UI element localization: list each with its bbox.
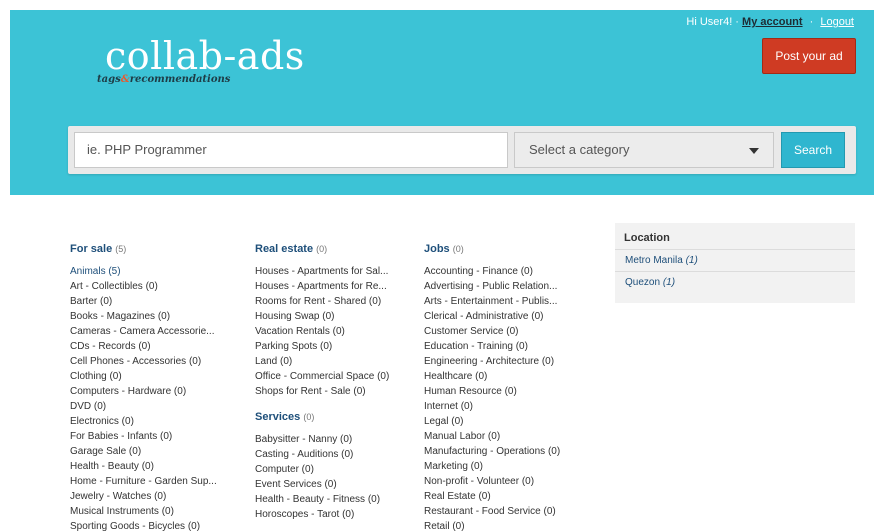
category-list: Animals (5) Art - Collectibles (0) Barter … [70, 264, 240, 531]
category-title-real-estate[interactable]: Real estate (0) [255, 243, 407, 255]
category-link[interactable]: Clothing (0) [70, 369, 240, 384]
category-link[interactable]: Cameras - Camera Accessorie... [70, 324, 240, 339]
category-link[interactable]: Event Services (0) [255, 477, 407, 492]
category-link[interactable]: Clerical - Administrative (0) [424, 309, 576, 324]
category-title-for-sale[interactable]: For sale (5) [70, 243, 240, 255]
user-links: Hi User4! · My account · Logout [686, 16, 854, 28]
category-link[interactable]: Advertising - Public Relation... [424, 279, 576, 294]
location-item-quezon[interactable]: Quezon (1) [615, 272, 855, 293]
logo-tagline: tags&recommendations [97, 74, 231, 85]
category-link[interactable]: Non-profit - Volunteer (0) [424, 474, 576, 489]
category-link[interactable]: Real Estate (0) [424, 489, 576, 504]
category-link[interactable]: Horoscopes - Tarot (0) [255, 507, 407, 522]
separator: · [809, 16, 814, 28]
category-link[interactable]: Rooms for Rent - Shared (0) [255, 294, 407, 309]
location-panel: Location Metro Manila (1) Quezon (1) [615, 223, 855, 303]
category-link[interactable]: Health - Beauty (0) [70, 459, 240, 474]
category-link[interactable]: Accounting - Finance (0) [424, 264, 576, 279]
category-link[interactable]: Office - Commercial Space (0) [255, 369, 407, 384]
location-item-metro-manila[interactable]: Metro Manila (1) [615, 250, 855, 272]
category-link[interactable]: Electronics (0) [70, 414, 240, 429]
category-link[interactable]: Parking Spots (0) [255, 339, 407, 354]
location-title: Location [615, 223, 855, 250]
category-title-services[interactable]: Services (0) [255, 411, 407, 423]
category-link[interactable]: Houses - Apartments for Re... [255, 279, 407, 294]
category-link[interactable]: Casting - Auditions (0) [255, 447, 407, 462]
category-link[interactable]: For Babies - Infants (0) [70, 429, 240, 444]
category-list: Accounting - Finance (0) Advertising - Pu… [424, 264, 576, 531]
category-link[interactable]: Computers - Hardware (0) [70, 384, 240, 399]
category-link[interactable]: Jewelry - Watches (0) [70, 489, 240, 504]
category-link[interactable]: Sporting Goods - Bicycles (0) [70, 519, 240, 531]
category-link[interactable]: Customer Service (0) [424, 324, 576, 339]
category-link[interactable]: Manufacturing - Operations (0) [424, 444, 576, 459]
category-link[interactable]: Shops for Rent - Sale (0) [255, 384, 407, 399]
category-column-for-sale: For sale (5) Animals (5) Art - Collectibl… [70, 243, 240, 531]
logout-link[interactable]: Logout [820, 16, 854, 28]
greeting: Hi User4! · [686, 16, 739, 28]
category-link[interactable]: Healthcare (0) [424, 369, 576, 384]
category-link[interactable]: DVD (0) [70, 399, 240, 414]
category-link[interactable]: Land (0) [255, 354, 407, 369]
category-link[interactable]: Manual Labor (0) [424, 429, 576, 444]
category-link[interactable]: Human Resource (0) [424, 384, 576, 399]
category-link[interactable]: Restaurant - Food Service (0) [424, 504, 576, 519]
category-link[interactable]: Babysitter - Nanny (0) [255, 432, 407, 447]
category-select[interactable]: Select a category [514, 132, 774, 168]
my-account-link[interactable]: My account [742, 16, 803, 28]
category-link[interactable]: Education - Training (0) [424, 339, 576, 354]
category-link[interactable]: Housing Swap (0) [255, 309, 407, 324]
category-link[interactable]: Internet (0) [424, 399, 576, 414]
category-column-jobs: Jobs (0) Accounting - Finance (0) Adverti… [424, 243, 576, 531]
category-list: Babysitter - Nanny (0) Casting - Audition… [255, 432, 407, 522]
category-link[interactable]: Legal (0) [424, 414, 576, 429]
category-select-value: Select a category [529, 142, 630, 157]
search-bar: ie. PHP Programmer Select a category Sea… [68, 126, 856, 174]
caret-down-icon [749, 148, 759, 154]
category-link[interactable]: Garage Sale (0) [70, 444, 240, 459]
category-link[interactable]: Computer (0) [255, 462, 407, 477]
category-title-jobs[interactable]: Jobs (0) [424, 243, 576, 255]
category-link[interactable]: Arts - Entertainment - Publis... [424, 294, 576, 309]
category-column-real-estate: Real estate (0) Houses - Apartments for … [255, 243, 407, 522]
post-ad-button[interactable]: Post your ad [762, 38, 856, 74]
category-list: Houses - Apartments for Sal... Houses - A… [255, 264, 407, 399]
category-link[interactable]: Home - Furniture - Garden Sup... [70, 474, 240, 489]
category-link[interactable]: CDs - Records (0) [70, 339, 240, 354]
category-link[interactable]: Houses - Apartments for Sal... [255, 264, 407, 279]
category-link[interactable]: Animals (5) [70, 264, 240, 279]
category-link[interactable]: Health - Beauty - Fitness (0) [255, 492, 407, 507]
search-input[interactable]: ie. PHP Programmer [74, 132, 508, 168]
category-link[interactable]: Barter (0) [70, 294, 240, 309]
category-link[interactable]: Retail (0) [424, 519, 576, 531]
search-button[interactable]: Search [781, 132, 845, 168]
category-link[interactable]: Engineering - Architecture (0) [424, 354, 576, 369]
category-link[interactable]: Vacation Rentals (0) [255, 324, 407, 339]
site-header: Hi User4! · My account · Logout collab-a… [10, 10, 874, 195]
category-link[interactable]: Art - Collectibles (0) [70, 279, 240, 294]
category-link[interactable]: Marketing (0) [424, 459, 576, 474]
category-link[interactable]: Books - Magazines (0) [70, 309, 240, 324]
category-link[interactable]: Cell Phones - Accessories (0) [70, 354, 240, 369]
category-link[interactable]: Musical Instruments (0) [70, 504, 240, 519]
logo[interactable]: collab-ads tags&recommendations [97, 34, 305, 85]
logo-text: collab-ads [105, 34, 305, 78]
